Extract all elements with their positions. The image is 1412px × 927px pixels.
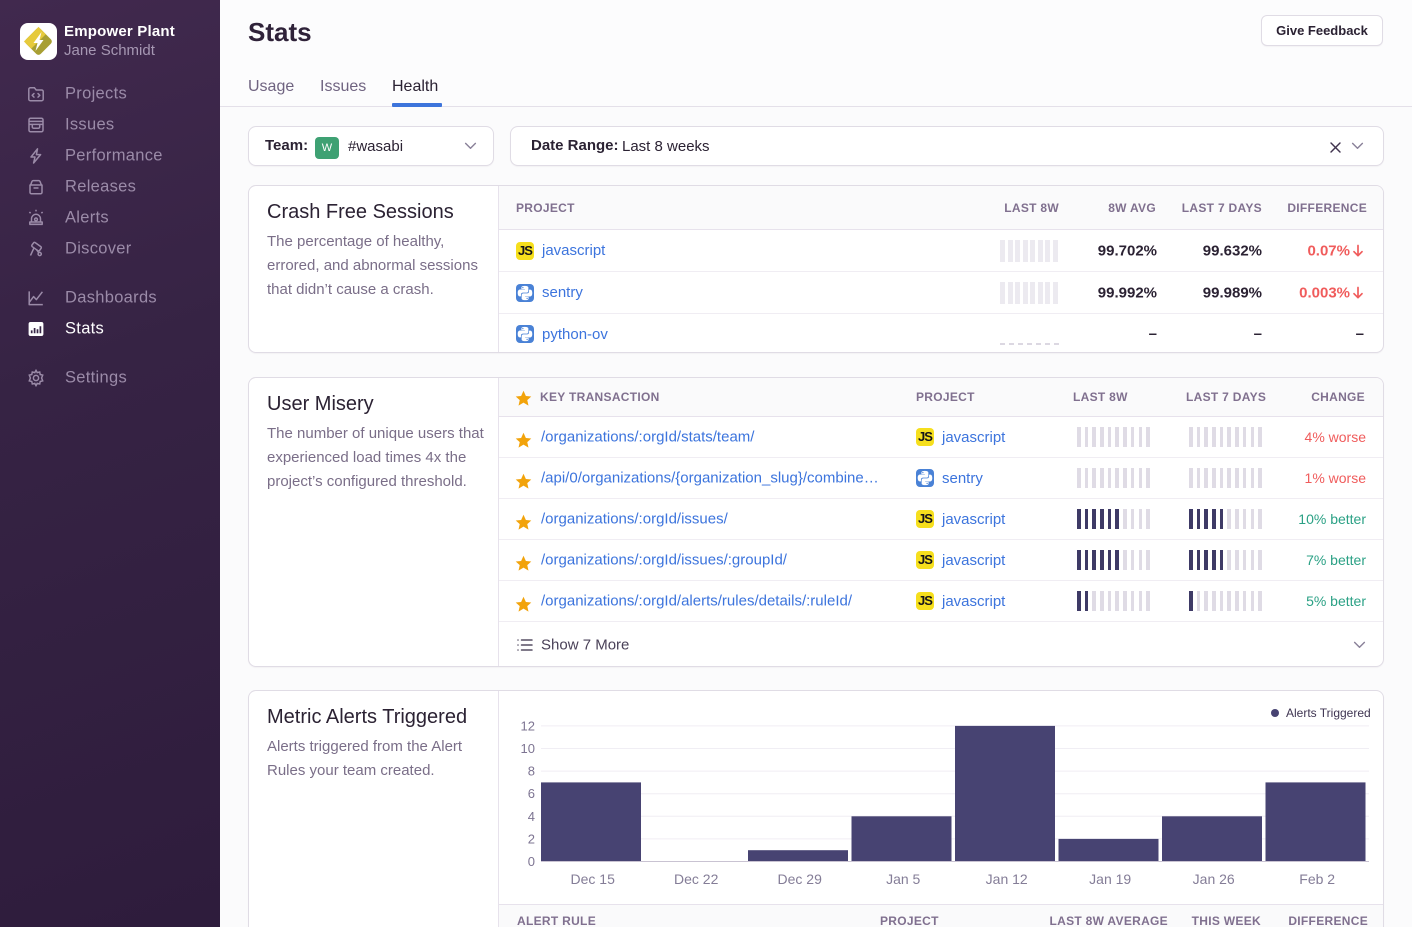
svg-text:12: 12	[521, 718, 535, 733]
svg-text:Dec 29: Dec 29	[778, 871, 823, 887]
svg-text:Dec 22: Dec 22	[674, 871, 719, 887]
svg-text:8: 8	[528, 764, 535, 779]
svg-text:4: 4	[528, 809, 535, 824]
svg-text:Alerts Triggered: Alerts Triggered	[1286, 706, 1371, 720]
svg-text:2: 2	[528, 831, 535, 846]
svg-text:10: 10	[521, 741, 535, 756]
svg-text:6: 6	[528, 786, 535, 801]
svg-text:Jan 5: Jan 5	[886, 871, 920, 887]
svg-text:Jan 26: Jan 26	[1193, 871, 1235, 887]
svg-text:0: 0	[528, 854, 535, 869]
svg-text:Dec 15: Dec 15	[571, 871, 616, 887]
svg-text:Jan 19: Jan 19	[1089, 871, 1131, 887]
svg-text:Feb 2: Feb 2	[1299, 871, 1335, 887]
svg-text:Jan 12: Jan 12	[986, 871, 1028, 887]
